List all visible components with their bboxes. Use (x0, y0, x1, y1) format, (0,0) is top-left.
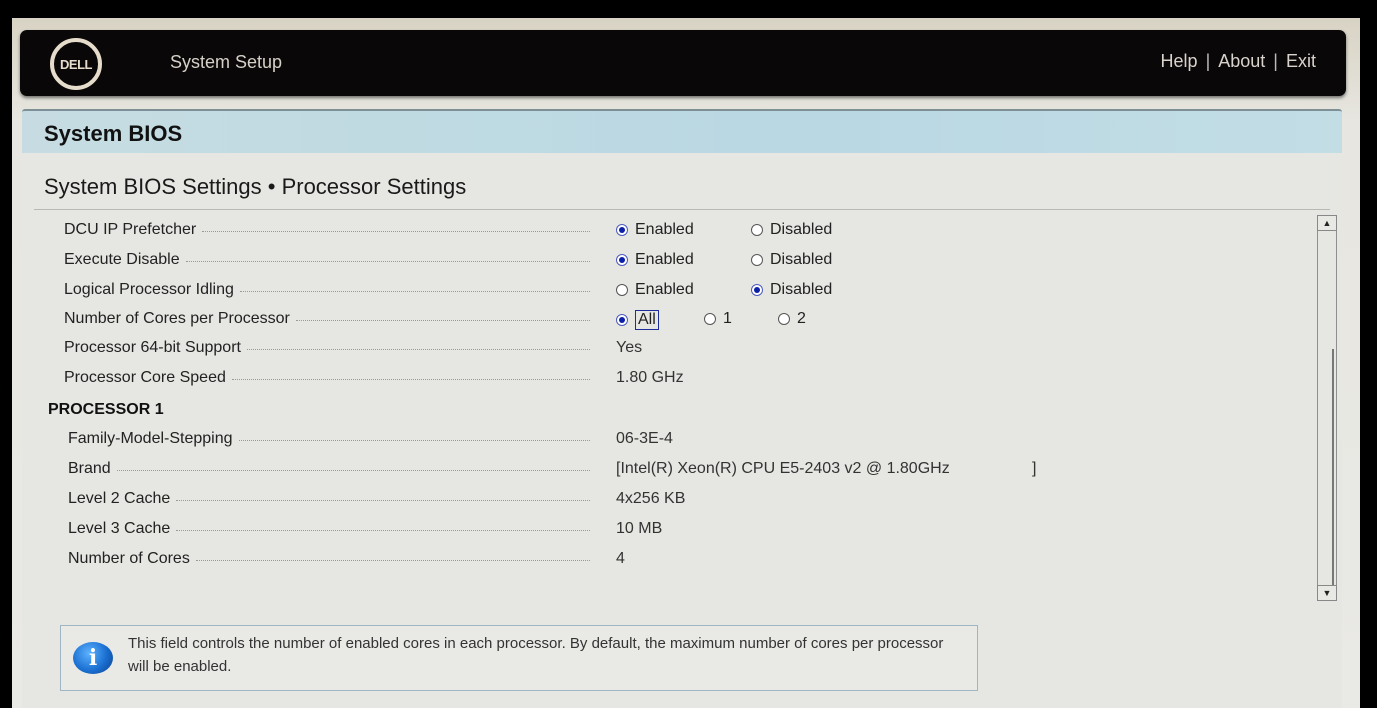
leader-dots (231, 379, 590, 380)
field-value: 10 MB (616, 520, 663, 537)
field-row-level-2-cache: Level 2 Cache 4x256 KB (22, 486, 1222, 516)
radio-checked-icon (751, 284, 763, 296)
leader-dots (238, 440, 590, 441)
about-link[interactable]: About (1218, 51, 1265, 72)
scroll-track[interactable] (1317, 231, 1337, 589)
scroll-down-button[interactable]: ▼ (1317, 585, 1337, 601)
setting-label: Processor 64-bit Support (64, 339, 241, 356)
info-icon: i (73, 642, 113, 674)
radio-unchecked-icon (704, 313, 716, 325)
radio-unchecked-icon (751, 254, 763, 266)
section-header: System BIOS (22, 109, 1342, 155)
link-separator: | (1205, 51, 1211, 71)
field-label: Level 3 Cache (68, 520, 171, 537)
setting-value: Yes (616, 339, 643, 356)
field-value: 4 (616, 550, 625, 567)
leader-dots (176, 530, 590, 531)
leader-dots (185, 261, 590, 262)
leader-dots (202, 231, 590, 232)
app-title: System Setup (170, 52, 283, 72)
setting-row-logical-processor-idling: Logical Processor Idling Enabled Disable… (22, 277, 1222, 307)
focused-option: All (635, 310, 659, 330)
settings-list: DCU IP Prefetcher Enabled Disabled Execu… (22, 215, 1302, 605)
section-title: System BIOS (44, 121, 183, 146)
setting-row-processor-64bit-support: Processor 64-bit Support Yes (22, 335, 1222, 365)
field-row-brand: Brand [Intel(R) Xeon(R) CPU E5-2403 v2 @… (22, 456, 1222, 486)
exit-link[interactable]: Exit (1286, 51, 1316, 72)
setting-row-dcu-ip-prefetcher: DCU IP Prefetcher Enabled Disabled (22, 217, 1222, 247)
radio-cores-2[interactable]: 2 (778, 310, 806, 328)
scroll-up-button[interactable]: ▲ (1317, 215, 1337, 231)
field-row-level-3-cache: Level 3 Cache 10 MB (22, 516, 1222, 546)
leader-dots (246, 349, 590, 350)
radio-cores-all[interactable]: All (616, 310, 659, 330)
setting-label: Number of Cores per Processor (64, 310, 290, 327)
field-row-number-of-cores: Number of Cores 4 (22, 546, 1222, 576)
field-label: Family-Model-Stepping (68, 430, 233, 447)
scroll-thumb[interactable] (1332, 349, 1334, 589)
field-row-family-model-stepping: Family-Model-Stepping 06-3E-4 (22, 426, 1222, 456)
field-label: Number of Cores (68, 550, 190, 567)
setting-row-execute-disable: Execute Disable Enabled Disabled (22, 247, 1222, 277)
link-separator: | (1273, 51, 1278, 71)
field-label: Brand (68, 460, 111, 477)
field-value: 4x256 KB (616, 490, 686, 507)
leader-dots (116, 470, 590, 471)
radio-unchecked-icon (778, 313, 790, 325)
field-value: [Intel(R) Xeon(R) CPU E5-2403 v2 @ 1.80G… (616, 460, 950, 477)
radio-unchecked-icon (751, 224, 763, 236)
settings-panel: System BIOS Settings • Processor Setting… (22, 153, 1342, 708)
radio-unchecked-icon (616, 284, 628, 296)
top-links: Help | About | Exit (1161, 51, 1316, 72)
help-text: This field controls the number of enable… (128, 635, 944, 675)
breadcrumb: System BIOS Settings • Processor Setting… (44, 174, 467, 199)
setting-row-number-of-cores-per-processor: Number of Cores per Processor All 1 2 (22, 306, 1222, 336)
radio-dcu-enabled[interactable]: Enabled (616, 221, 694, 239)
help-box: i This field controls the number of enab… (60, 625, 978, 691)
radio-execute-disabled[interactable]: Disabled (751, 251, 832, 269)
setting-label: Logical Processor Idling (64, 281, 234, 298)
radio-checked-icon (616, 224, 628, 236)
field-value-suffix: ] (1032, 460, 1037, 477)
arrow-down-icon: ▼ (1322, 588, 1332, 598)
field-label: Level 2 Cache (68, 490, 171, 507)
radio-cores-1[interactable]: 1 (704, 310, 732, 328)
setting-label: Execute Disable (64, 251, 180, 268)
field-value: 06-3E-4 (616, 430, 673, 447)
radio-checked-icon (616, 254, 628, 266)
group-heading-processor-1: PROCESSOR 1 (48, 401, 164, 418)
bios-screen: DELL System Setup Help | About | Exit Sy… (12, 18, 1360, 708)
scrollbar[interactable]: ▲ ▼ (1317, 215, 1339, 601)
radio-idling-disabled[interactable]: Disabled (751, 281, 832, 299)
leader-dots (239, 291, 590, 292)
setting-label: Processor Core Speed (64, 369, 226, 386)
dell-logo-icon: DELL (50, 38, 102, 90)
divider (34, 209, 1330, 210)
radio-idling-enabled[interactable]: Enabled (616, 281, 694, 299)
radio-checked-icon (616, 314, 628, 326)
leader-dots (195, 560, 590, 561)
radio-execute-enabled[interactable]: Enabled (616, 251, 694, 269)
leader-dots (176, 500, 590, 501)
help-link[interactable]: Help (1161, 51, 1198, 72)
radio-dcu-disabled[interactable]: Disabled (751, 221, 832, 239)
setting-value: 1.80 GHz (616, 369, 684, 386)
leader-dots (295, 320, 590, 321)
setting-row-processor-core-speed: Processor Core Speed 1.80 GHz (22, 365, 1222, 395)
arrow-up-icon: ▲ (1322, 218, 1332, 228)
top-bar: DELL System Setup Help | About | Exit (20, 30, 1346, 96)
setting-label: DCU IP Prefetcher (64, 221, 197, 238)
